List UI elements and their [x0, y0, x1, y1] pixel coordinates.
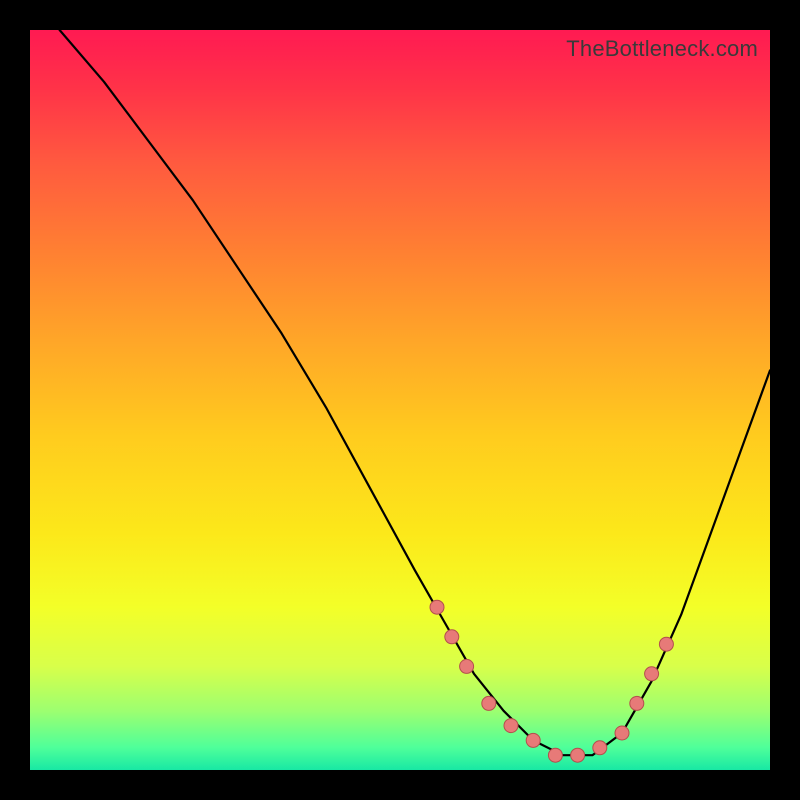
curve-marker: [645, 667, 659, 681]
curve-marker: [548, 748, 562, 762]
curve-marker: [593, 741, 607, 755]
marker-group: [430, 600, 673, 762]
bottleneck-curve: [60, 30, 770, 755]
curve-marker: [482, 696, 496, 710]
curve-marker: [460, 659, 474, 673]
curve-marker: [630, 696, 644, 710]
chart-frame: TheBottleneck.com: [30, 30, 770, 770]
curve-marker: [571, 748, 585, 762]
curve-marker: [445, 630, 459, 644]
curve-marker: [430, 600, 444, 614]
chart-plot: [30, 30, 770, 770]
curve-marker: [659, 637, 673, 651]
curve-marker: [615, 726, 629, 740]
watermark-label: TheBottleneck.com: [566, 36, 758, 62]
curve-marker: [504, 719, 518, 733]
curve-marker: [526, 733, 540, 747]
